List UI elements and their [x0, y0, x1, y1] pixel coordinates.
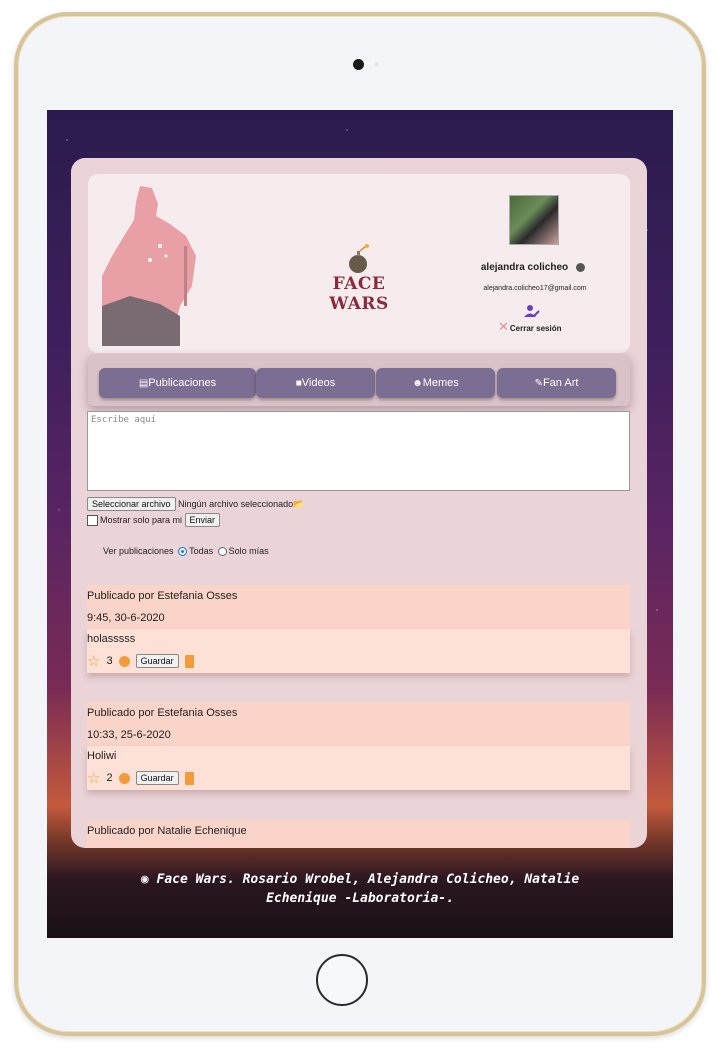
globe-icon: [576, 262, 586, 272]
logo-text: FACE WARS: [329, 274, 389, 314]
comment-icon[interactable]: [118, 655, 130, 667]
globe-icon: ◉: [140, 872, 157, 887]
post-actions: ☆ 2 Guardar: [87, 766, 630, 790]
like-count: 3: [106, 655, 113, 667]
bomb-icon: [349, 244, 369, 273]
tab-memes[interactable]: ☻Memes: [376, 368, 495, 398]
edit-user-icon[interactable]: [524, 304, 540, 318]
trash-icon[interactable]: [184, 771, 194, 785]
post-actions: ☆ 3 Guardar: [87, 649, 630, 673]
post-date: 9:45, 30-6-2020: [87, 612, 165, 624]
post-text: Holiwi: [87, 750, 117, 762]
news-icon: ▤: [138, 378, 149, 389]
menu-bar: ▤Publicaciones ■Videos ☻Memes ✎Fan Art: [88, 354, 630, 406]
file-row: Seleccionar archivo Ningún archivo selec…: [87, 497, 304, 511]
private-checkbox[interactable]: [87, 515, 98, 527]
save-button[interactable]: Guardar: [135, 771, 179, 785]
close-icon: ✕: [498, 319, 509, 334]
user-name: alejandra colicheo: [458, 262, 608, 273]
star-icon[interactable]: ☆: [87, 652, 100, 670]
radio-mine[interactable]: [217, 547, 227, 557]
star-icon[interactable]: ☆: [87, 769, 100, 787]
logout-button[interactable]: ✕Cerrar sesión: [498, 319, 562, 335]
footer: ◉ Face Wars. Rosario Wrobel, Alejandra C…: [140, 872, 580, 906]
jedi-silhouette-image: [102, 186, 196, 346]
home-button[interactable]: [316, 954, 368, 1006]
post-text: holasssss: [87, 633, 136, 645]
tab-publicaciones[interactable]: ▤Publicaciones: [99, 368, 256, 398]
face-wars-logo: FACE WARS: [304, 244, 414, 314]
private-label: Mostrar solo para mi: [100, 515, 183, 525]
save-button[interactable]: Guardar: [135, 654, 179, 668]
post-date: 10:33, 25-6-2020: [87, 729, 171, 741]
filter-label: Ver publicaciones: [103, 546, 174, 556]
post-item: Publicado por Estefania Osses 9:45, 30-6…: [87, 585, 630, 673]
send-button[interactable]: Enviar: [184, 513, 221, 527]
user-email: alejandra.colicheo17@gmail.com: [483, 285, 587, 292]
post-author: Publicado por Natalie Echenique: [87, 825, 247, 837]
post-author: Publicado por Estefania Osses: [87, 707, 238, 719]
post-item: Publicado por Estefania Osses 10:33, 25-…: [87, 702, 630, 790]
comment-icon[interactable]: [118, 772, 130, 784]
camera: [353, 59, 364, 70]
screen: FACE WARS alejandra colicheo alejandra.c…: [47, 110, 673, 938]
filter-row: Ver publicaciones Todas Solo mías: [103, 546, 269, 557]
trash-icon[interactable]: [184, 654, 194, 668]
select-file-button[interactable]: Seleccionar archivo: [87, 497, 176, 511]
main-card: FACE WARS alejandra colicheo alejandra.c…: [71, 158, 647, 848]
folder-icon[interactable]: 📂: [293, 499, 304, 509]
file-status: Ningún archivo seleccionado: [178, 499, 294, 509]
post-item: Publicado por Natalie Echenique: [87, 820, 630, 848]
tab-fan-art[interactable]: ✎Fan Art: [497, 368, 616, 398]
radio-all[interactable]: [178, 547, 188, 557]
camera-sensor: [374, 62, 379, 67]
post-author: Publicado por Estefania Osses: [87, 590, 238, 602]
like-count: 2: [106, 772, 113, 784]
header: FACE WARS alejandra colicheo alejandra.c…: [88, 174, 630, 353]
smile-icon: ☻: [412, 378, 423, 389]
avatar: [509, 195, 559, 245]
post-textarea[interactable]: Escribe aquí: [87, 411, 630, 491]
brush-icon: ✎: [534, 378, 543, 389]
privacy-row: Mostrar solo para mi Enviar: [87, 513, 221, 527]
tab-videos[interactable]: ■Videos: [256, 368, 375, 398]
